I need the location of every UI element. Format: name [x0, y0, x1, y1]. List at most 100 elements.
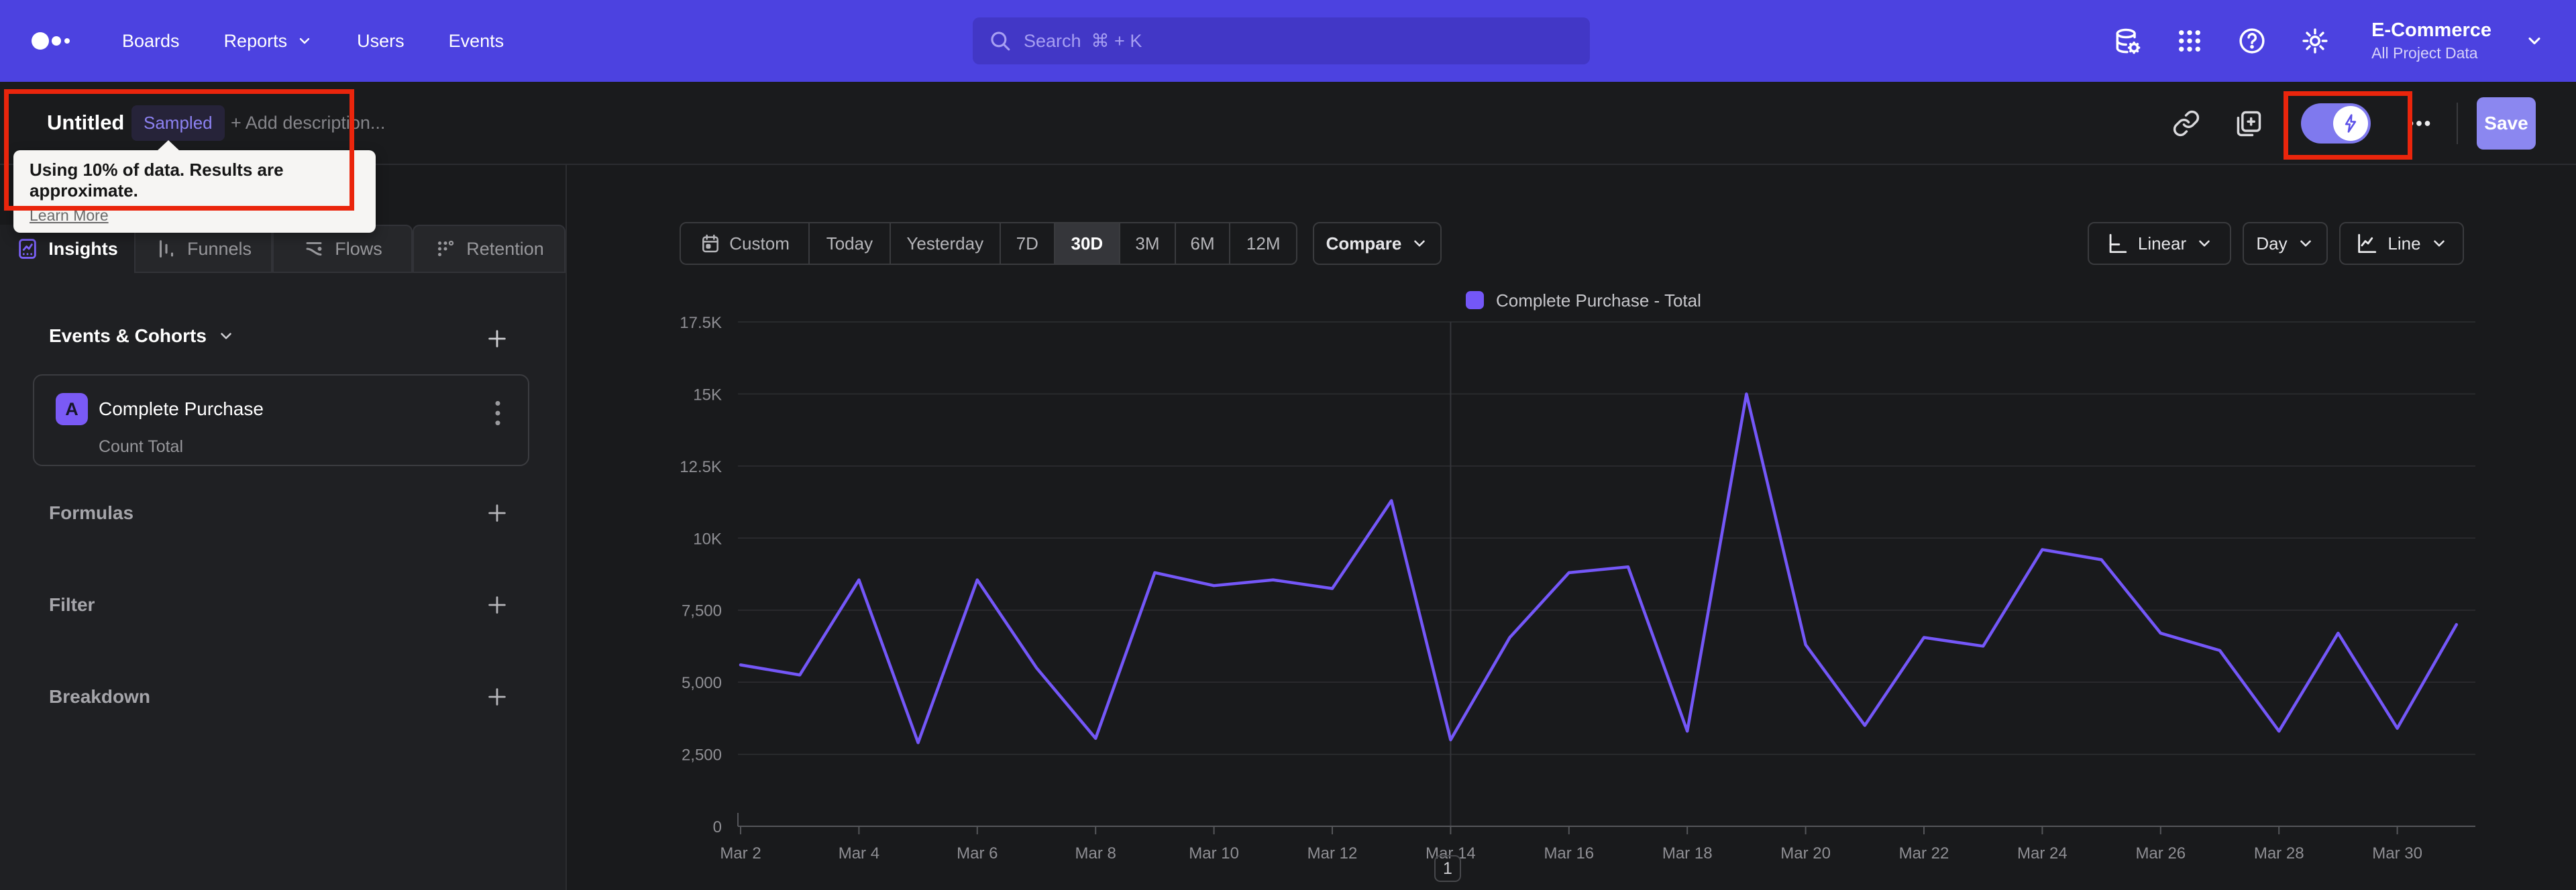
range-7d[interactable]: 7D [1001, 223, 1055, 264]
add-formula-button[interactable] [484, 500, 511, 526]
copy-link-icon[interactable] [2172, 109, 2200, 137]
event-row-complete-purchase[interactable]: A Complete Purchase Count Total [33, 374, 529, 466]
svg-text:Mar 2: Mar 2 [720, 844, 761, 863]
tab-flows-label: Flows [335, 238, 382, 259]
nav-events[interactable]: Events [449, 31, 504, 52]
mixpanel-logo[interactable] [31, 27, 78, 54]
plus-icon [488, 688, 506, 706]
sidebar-main-divider [566, 165, 567, 890]
events-cohorts-header[interactable]: Events & Cohorts [49, 325, 235, 347]
project-scope: All Project Data [2371, 44, 2478, 62]
event-series-badge: A [56, 393, 88, 425]
chart-type-dropdown[interactable]: Line [2339, 222, 2464, 265]
toolbar-divider [2457, 103, 2458, 144]
page-number: 1 [1443, 858, 1452, 878]
range-12m-label: 12M [1246, 233, 1281, 254]
date-range-control: Custom Today Yesterday 7D 30D 3M 6M 12M [680, 222, 1297, 265]
svg-text:Mar 18: Mar 18 [1662, 844, 1713, 863]
svg-text:Mar 4: Mar 4 [839, 844, 879, 863]
nav-events-label: Events [448, 30, 504, 51]
chevron-down-icon [221, 333, 231, 339]
svg-text:5,000: 5,000 [682, 674, 722, 692]
chevron-down-icon [1414, 240, 1426, 247]
event-metric[interactable]: Count Total [99, 437, 183, 457]
search-input[interactable] [1024, 30, 1574, 52]
nav-boards-label: Boards [122, 30, 180, 51]
nav-users-label: Users [357, 30, 405, 51]
apps-grid-icon[interactable] [2176, 27, 2204, 55]
learn-more-link[interactable]: Learn More [30, 207, 109, 225]
help-icon[interactable] [2237, 26, 2267, 56]
svg-text:Complete Purchase - Total: Complete Purchase - Total [1496, 290, 1701, 311]
line-chart-svg: 0 2,500 5,000 7,500 10K 12.5K 15K 17.5K Mar 2 Mar… [680, 290, 2475, 863]
gear-icon[interactable] [2300, 26, 2330, 56]
svg-text:Mar 20: Mar 20 [1780, 844, 1831, 863]
event-name[interactable]: Complete Purchase [99, 398, 264, 420]
range-6m-label: 6M [1190, 233, 1215, 254]
range-3m[interactable]: 3M [1120, 223, 1176, 264]
chevron-down-icon [2433, 240, 2445, 247]
global-search[interactable] [973, 17, 1590, 64]
granularity-dropdown[interactable]: Day [2243, 222, 2328, 265]
line-chart-icon [2358, 233, 2377, 254]
insights-icon [19, 239, 36, 259]
range-yesterday[interactable]: Yesterday [891, 223, 1001, 264]
chevron-down-icon [2300, 240, 2311, 247]
save-button[interactable]: Save [2477, 97, 2536, 150]
line-chart: 0 2,500 5,000 7,500 10K 12.5K 15K 17.5K Mar 2 Mar… [671, 282, 2509, 885]
add-event-button[interactable] [484, 325, 511, 352]
range-30d[interactable]: 30D [1055, 223, 1121, 264]
svg-text:Mar 8: Mar 8 [1075, 844, 1116, 863]
plus-icon [488, 330, 506, 347]
chevron-down-icon [2199, 240, 2210, 247]
project-selector[interactable]: E-Commerce All Project Data [2371, 19, 2491, 62]
sampling-tooltip: Using 10% of data. Results are approxima… [13, 140, 376, 233]
tooltip-message: Using 10% of data. Results are approxima… [30, 160, 284, 201]
add-filter-button[interactable] [484, 592, 511, 618]
funnels-icon [159, 240, 174, 258]
range-3m-label: 3M [1135, 233, 1160, 254]
flows-icon [306, 241, 322, 256]
svg-text:15K: 15K [693, 386, 722, 404]
svg-text:10K: 10K [693, 530, 722, 548]
page-number-button[interactable]: 1 [1434, 855, 1461, 882]
report-title[interactable]: Untitled [47, 111, 124, 135]
more-horizontal-icon[interactable] [2406, 110, 2432, 137]
nav-reports[interactable]: Reports [224, 31, 313, 52]
tab-retention-label: Retention [466, 238, 544, 259]
compare-label: Compare [1326, 233, 1402, 254]
range-today[interactable]: Today [810, 223, 891, 264]
filter-header: Filter [49, 594, 95, 615]
kebab-menu-icon[interactable] [488, 398, 508, 428]
add-to-board-icon[interactable] [2234, 109, 2263, 138]
report-toolbar: Untitled Sampled + Add description... Sa… [0, 82, 2576, 165]
range-custom[interactable]: Custom [681, 223, 810, 264]
plus-icon [488, 596, 506, 614]
data-management-icon[interactable] [2112, 26, 2142, 56]
sampled-badge[interactable]: Sampled [131, 105, 225, 141]
formulas-header: Formulas [49, 502, 134, 523]
sampling-toggle[interactable] [2301, 103, 2371, 144]
tab-funnels-label: Funnels [186, 238, 252, 259]
svg-text:12.5K: 12.5K [680, 458, 722, 476]
query-builder-panel: Events & Cohorts A Complete Purchase Cou… [0, 273, 566, 890]
compare-dropdown[interactable]: Compare [1313, 222, 1442, 265]
svg-text:Mar 12: Mar 12 [1307, 844, 1358, 863]
breakdown-header: Breakdown [49, 686, 150, 707]
nav-boards[interactable]: Boards [122, 31, 180, 52]
chevron-down-icon[interactable] [2525, 32, 2544, 50]
range-yesterday-label: Yesterday [906, 233, 984, 254]
svg-text:17.5K: 17.5K [680, 314, 722, 332]
svg-text:Mar 30: Mar 30 [2372, 844, 2422, 863]
nav-users[interactable]: Users [357, 31, 405, 52]
scale-dropdown[interactable]: Linear [2088, 222, 2231, 265]
add-description-field[interactable]: + Add description... [231, 113, 385, 133]
events-cohorts-label: Events & Cohorts [49, 325, 207, 346]
tab-retention[interactable]: Retention [413, 225, 566, 273]
range-12m[interactable]: 12M [1230, 223, 1296, 264]
range-6m[interactable]: 6M [1176, 223, 1231, 264]
project-name: E-Commerce [2371, 19, 2491, 41]
search-icon [991, 32, 1010, 51]
add-breakdown-button[interactable] [484, 683, 511, 710]
tooltip-arrow [157, 140, 180, 151]
